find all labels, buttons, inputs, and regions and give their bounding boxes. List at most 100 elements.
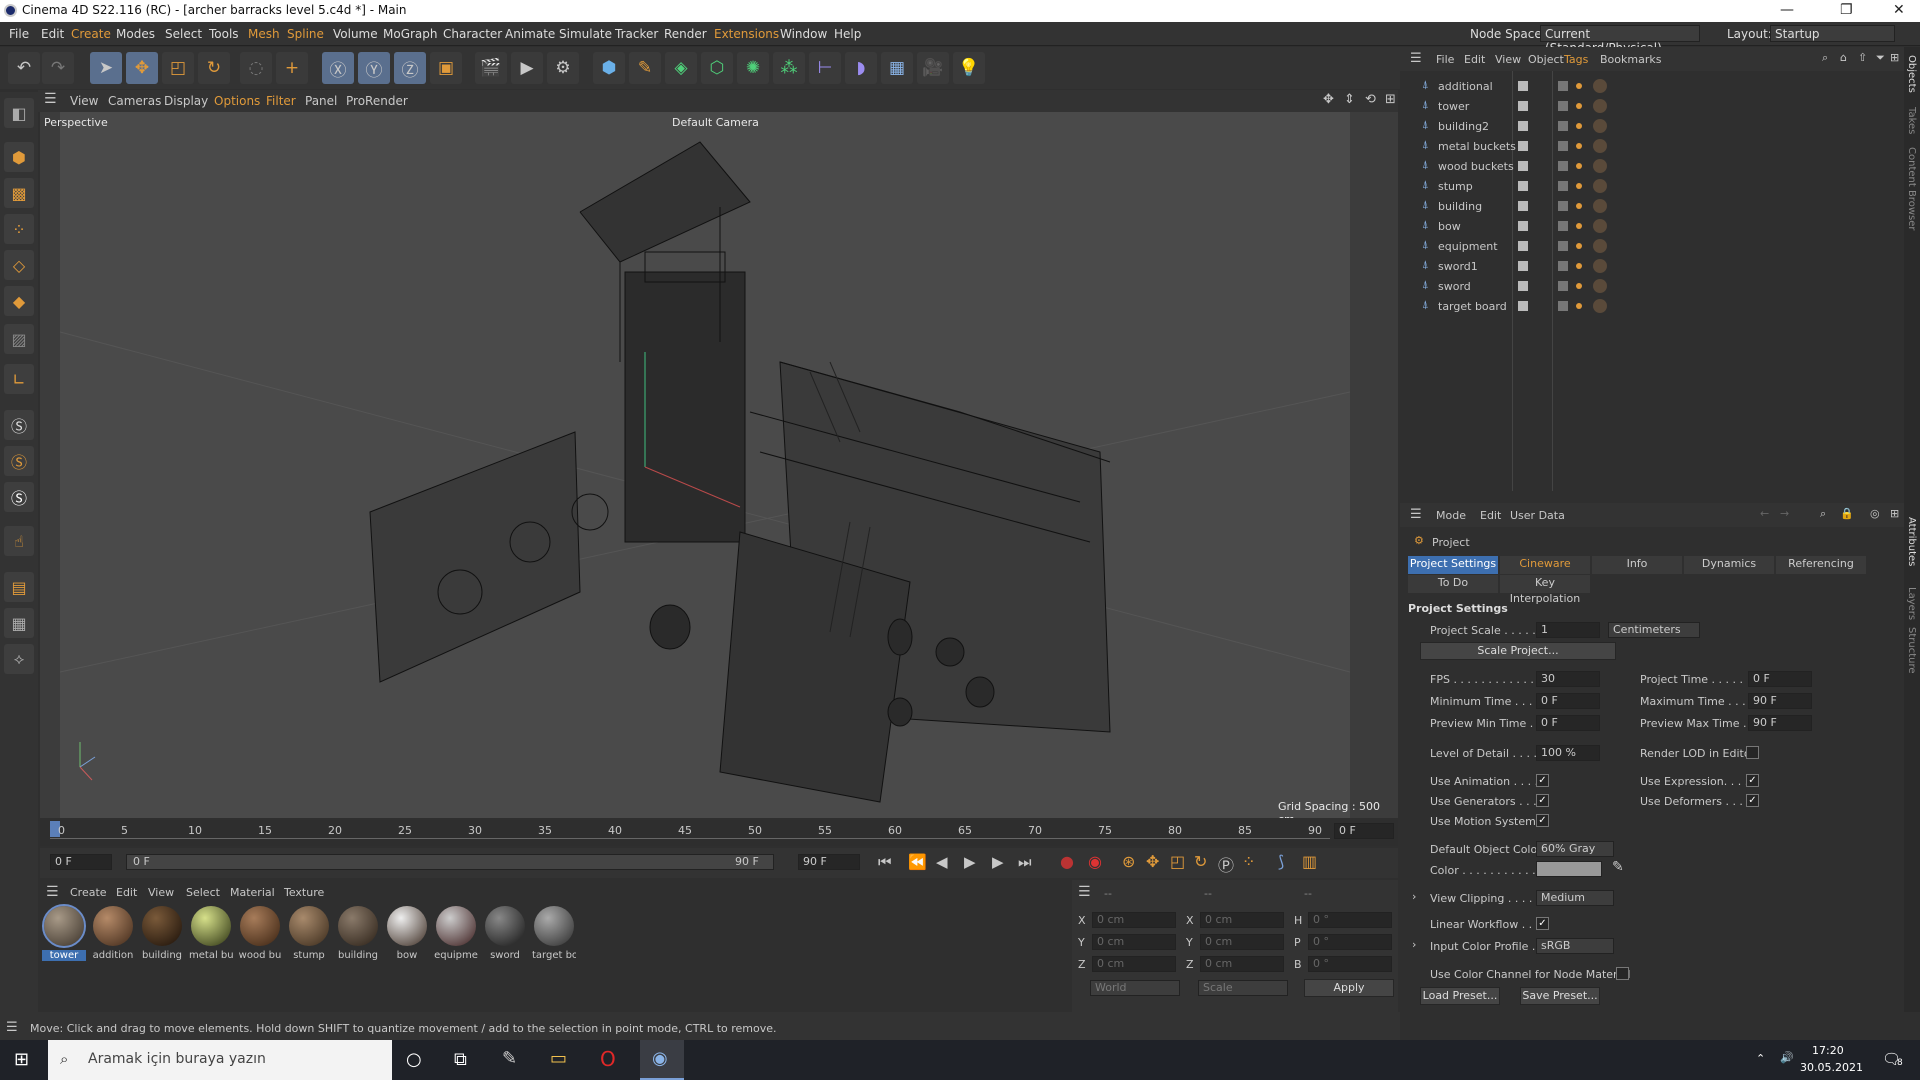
material-swatch[interactable]: equipme [434,906,478,962]
mat-menu-select[interactable]: Select [186,886,220,899]
obj-menu-tags[interactable]: Tags [1564,53,1588,66]
key-rotation-icon[interactable]: ↻ [1194,852,1207,871]
color-channel-checkbox[interactable] [1616,967,1629,980]
menu-modes[interactable]: Modes [116,27,155,41]
menu-tools[interactable]: Tools [209,27,239,41]
tray-arrow-icon[interactable]: ⌃ [1756,1052,1765,1065]
key-position-icon[interactable]: ✥ [1146,852,1159,871]
paint-app-icon[interactable]: ✎ [502,1048,517,1069]
points-mode-icon[interactable]: ⁘ [4,214,34,244]
material-swatch[interactable]: target bo [532,906,576,962]
tab-project-settings[interactable]: Project Settings [1408,556,1498,574]
save-preset-button[interactable]: Save Preset... [1520,987,1600,1005]
attr-new-window-icon[interactable]: ⊞ [1890,507,1899,520]
object-row[interactable]: ⍋ wood buckets [1418,157,1898,177]
workplane-icon[interactable]: ▤ [4,572,34,602]
mat-menu-material[interactable]: Material [230,886,275,899]
menu-spline[interactable]: Spline [287,27,324,41]
z-axis-icon[interactable]: Ⓩ [394,52,426,84]
menu-character[interactable]: Character [443,27,502,41]
attr-search-icon[interactable]: ⌕ [1820,507,1826,521]
deformer-icon[interactable]: ⊢ [809,52,841,84]
prev-frame-icon[interactable]: ◀ [936,853,948,871]
viewport-menu-view[interactable]: View [70,94,98,108]
interpolation-icon[interactable]: ⟆ [1278,852,1284,871]
view-clipping-dropdown[interactable]: Medium [1536,890,1614,906]
tab-info[interactable]: Info [1592,556,1682,574]
viewport-menu-prorender[interactable]: ProRender [346,94,408,108]
menu-simulate[interactable]: Simulate [559,27,612,41]
menu-volume[interactable]: Volume [333,27,378,41]
object-row[interactable]: ⍋ sword1 [1418,257,1898,277]
rot-p-field[interactable]: 0 ° [1308,934,1392,950]
key-param-icon[interactable]: Ⓟ [1218,852,1234,876]
apply-button[interactable]: Apply [1304,979,1394,997]
search-icon[interactable]: ⌕ [1822,51,1828,65]
mat-menu-view[interactable]: View [148,886,174,899]
linear-workflow-checkbox[interactable]: ✓ [1536,917,1549,930]
subdivision-icon[interactable]: ◈ [665,52,697,84]
layout-dropdown[interactable]: Startup [1770,25,1895,42]
load-preset-button[interactable]: Load Preset... [1420,987,1500,1005]
status-hamburger-icon[interactable]: ☰ [6,1020,18,1035]
uv-mode-icon[interactable]: ▨ [4,324,34,354]
attributes-hamburger-icon[interactable]: ☰ [1410,507,1422,522]
expand-arrow-icon[interactable]: › [1412,938,1416,951]
up-icon[interactable]: ⇧ [1858,51,1867,64]
3d-viewport[interactable]: Perspective Default Camera Grid Spacing … [40,112,1398,818]
material-swatch[interactable]: building [140,906,184,962]
extrude-icon[interactable]: ⬡ [701,52,733,84]
material-hamburger-icon[interactable]: ☰ [46,884,59,900]
undo-icon[interactable]: ↶ [8,52,40,84]
input-color-profile-dropdown[interactable]: sRGB [1536,938,1614,954]
menu-file[interactable]: File [9,27,29,41]
minimize-icon[interactable]: — [1780,2,1794,18]
attr-menu-edit[interactable]: Edit [1480,509,1501,522]
snap-icon[interactable]: Ⓢ [4,410,34,440]
size-x-field[interactable]: 0 cm [1200,912,1284,928]
viewport-menu-display[interactable]: Display [164,94,208,108]
volume-icon[interactable]: 🔊 [1780,1051,1794,1064]
world-dropdown[interactable]: World [1090,980,1180,996]
node-space-dropdown[interactable]: Current (Standard/Physical) [1540,25,1700,55]
viewport-menu-panel[interactable]: Panel [305,94,337,108]
record-icon[interactable]: ● [1060,852,1074,871]
viewport-menu-options[interactable]: Options [214,94,260,108]
tab-key-interpolation[interactable]: Key Interpolation [1500,575,1590,605]
create-object-icon[interactable]: + [276,52,308,84]
end-frame-field[interactable]: 90 F [798,854,860,870]
eyedropper-icon[interactable]: ✎ [1612,859,1624,875]
move-tool-icon[interactable]: ✥ [126,52,158,84]
file-explorer-icon[interactable]: ▭ [550,1048,567,1069]
tab-cineware[interactable]: Cineware [1500,556,1590,574]
rotate-tool-icon[interactable]: ↻ [198,52,230,84]
object-row[interactable]: ⍋ building [1418,197,1898,217]
mat-menu-create[interactable]: Create [70,886,107,899]
cinema4d-taskbar-button[interactable]: ◉ [640,1040,684,1080]
object-row[interactable]: ⍋ stump [1418,177,1898,197]
polygons-mode-icon[interactable]: ◆ [4,286,34,316]
menu-help[interactable]: Help [834,27,861,41]
rot-h-field[interactable]: 0 ° [1308,912,1392,928]
menu-edit[interactable]: Edit [41,27,64,41]
scale-project-button[interactable]: Scale Project... [1420,642,1616,660]
use-motion-checkbox[interactable]: ✓ [1536,814,1549,827]
floor-icon[interactable]: ▦ [881,52,913,84]
cloner-icon[interactable]: ✺ [737,52,769,84]
use-generators-checkbox[interactable]: ✓ [1536,794,1549,807]
side-tab-content-browser[interactable]: Content Browser [1906,147,1917,230]
viewport-move-icon[interactable]: ✥ [1323,92,1334,107]
autokey-icon[interactable]: ◉ [1088,852,1102,871]
viewport-layout-icon[interactable]: ⊞ [1385,92,1396,107]
pos-y-field[interactable]: 0 cm [1092,934,1176,950]
y-axis-icon[interactable]: Ⓨ [358,52,390,84]
object-row[interactable]: ⍋ bow [1418,217,1898,237]
tab-dynamics[interactable]: Dynamics [1684,556,1774,574]
obj-menu-bookmarks[interactable]: Bookmarks [1600,53,1661,66]
new-window-icon[interactable]: ⊞ [1890,51,1899,64]
key-scale-icon[interactable]: ◰ [1170,852,1185,871]
home-icon[interactable]: ⌂ [1840,51,1847,64]
side-tab-takes[interactable]: Takes [1906,107,1917,134]
tab-todo[interactable]: To Do [1408,575,1498,593]
opera-icon[interactable]: O [600,1047,616,1071]
